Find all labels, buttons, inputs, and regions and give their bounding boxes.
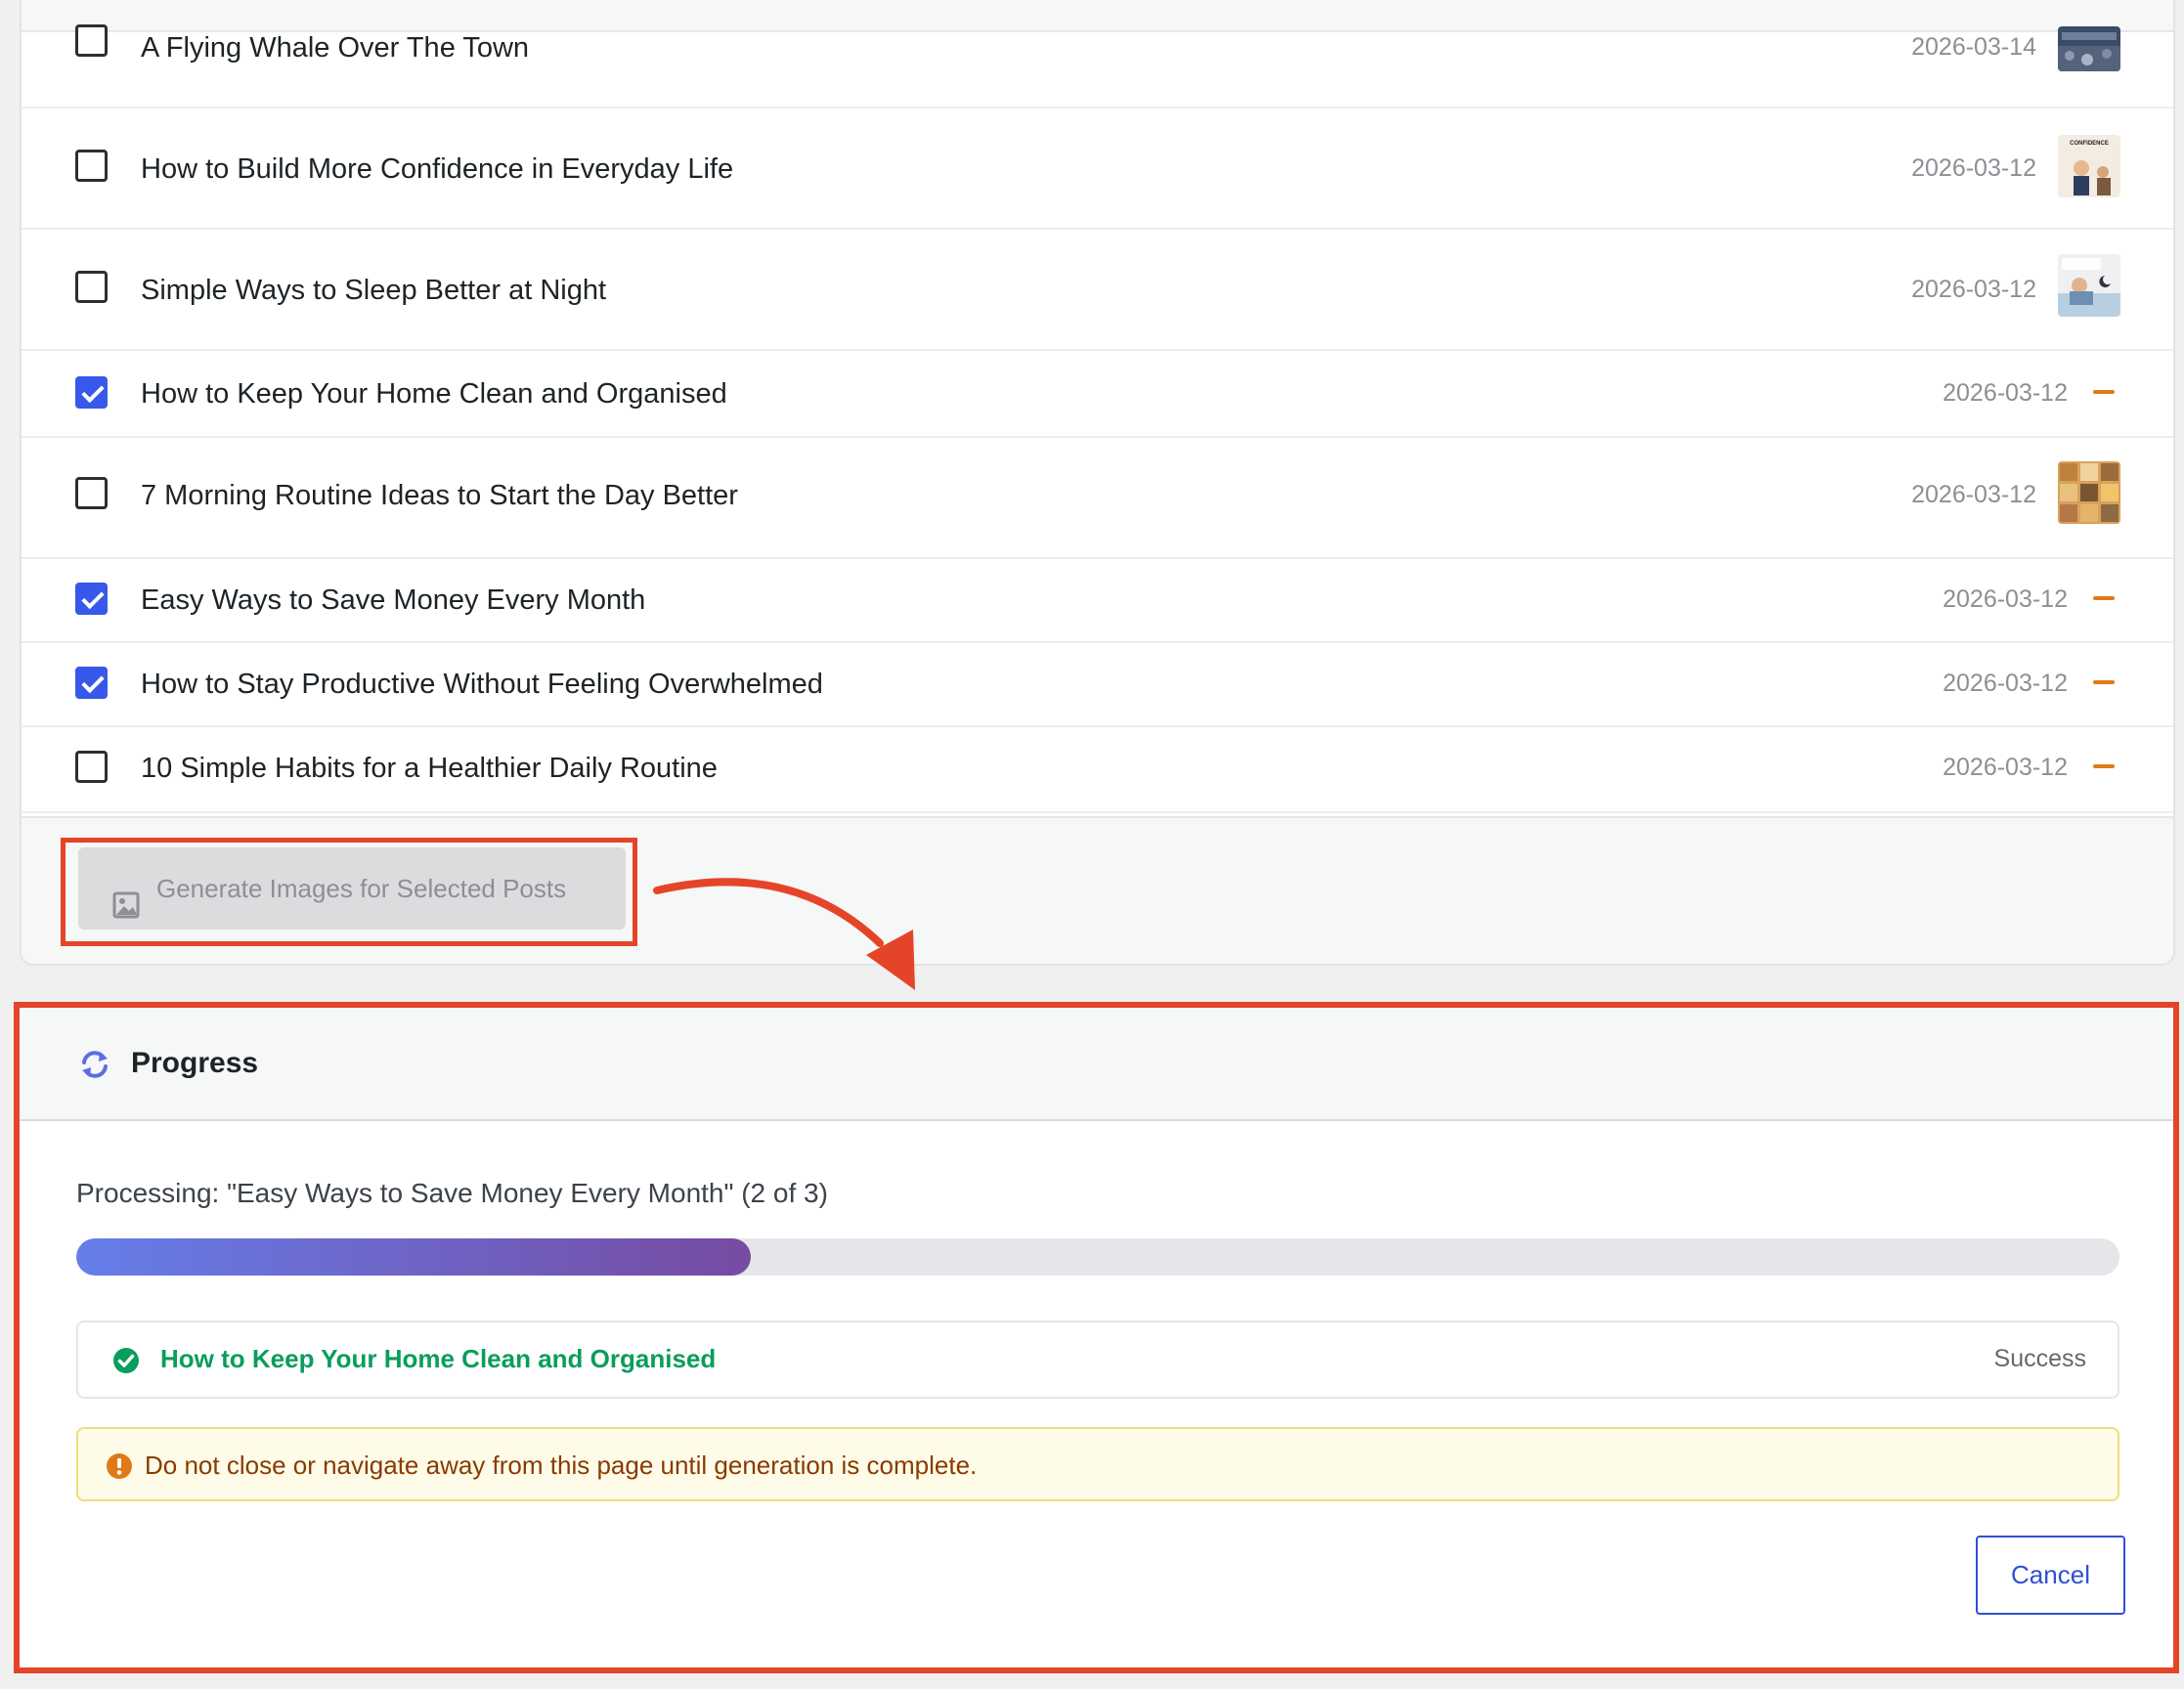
progress-panel: Progress Processing: "Easy Ways to Save … (14, 1002, 2179, 1673)
post-checkbox[interactable] (75, 751, 108, 783)
arrow-annotation (653, 878, 915, 990)
post-checkbox[interactable] (75, 477, 108, 509)
post-row: Simple Ways to Sleep Better at Night 202… (22, 230, 2173, 351)
result-post-title: How to Keep Your Home Clean and Organise… (160, 1344, 717, 1373)
post-date: 2026-03-12 (1943, 754, 2068, 781)
check-circle-icon (111, 1346, 141, 1380)
post-row: Easy Ways to Save Money Every Month 2026… (22, 559, 2173, 643)
post-row: 10 Simple Habits for a Healthier Daily R… (22, 727, 2173, 813)
post-row: 7 Morning Routine Ideas to Start the Day… (22, 438, 2173, 559)
post-thumbnail: CONFIDENCE (2058, 135, 2120, 197)
annotation-highlight-box (61, 838, 637, 946)
post-date: 2026-03-12 (1911, 481, 2036, 508)
svg-text:CONFIDENCE: CONFIDENCE (2070, 141, 2109, 147)
post-thumbnail (2058, 461, 2120, 524)
post-row: How to Keep Your Home Clean and Organise… (22, 351, 2173, 438)
post-checkbox[interactable] (75, 667, 108, 699)
post-thumbnail (2058, 254, 2120, 317)
processing-status-text: Processing: "Easy Ways to Save Money Eve… (76, 1178, 828, 1208)
post-title[interactable]: How to Build More Confidence in Everyday… (141, 153, 733, 186)
post-date: 2026-03-12 (1911, 154, 2036, 182)
post-title[interactable]: Easy Ways to Save Money Every Month (141, 585, 645, 617)
post-date: 2026-03-12 (1943, 670, 2068, 697)
warning-icon (106, 1452, 133, 1485)
post-title[interactable]: 7 Morning Routine Ideas to Start the Day… (141, 480, 738, 512)
post-date: 2026-03-14 (1911, 33, 2036, 61)
post-checkbox[interactable] (75, 271, 108, 303)
progress-heading: Progress (131, 1047, 259, 1079)
post-row: How to Build More Confidence in Everyday… (22, 108, 2173, 230)
post-thumbnail (2058, 26, 2120, 71)
posts-card: A Flying Whale Over The Town 2026-03-14 … (20, 0, 2175, 966)
post-row: A Flying Whale Over The Town 2026-03-14 (22, 24, 2173, 108)
post-checkbox[interactable] (75, 376, 108, 409)
minus-icon (2093, 596, 2115, 600)
progress-bar-fill (76, 1238, 751, 1276)
minus-icon (2093, 390, 2115, 394)
post-checkbox[interactable] (75, 24, 108, 57)
post-checkbox[interactable] (75, 583, 108, 615)
card-header-strip (22, 0, 2173, 32)
progress-bar (76, 1238, 2119, 1276)
post-checkbox[interactable] (75, 150, 108, 182)
cancel-button[interactable]: Cancel (1976, 1536, 2125, 1615)
warning-notice: Do not close or navigate away from this … (76, 1427, 2119, 1501)
warning-text: Do not close or navigate away from this … (145, 1451, 978, 1480)
post-title[interactable]: How to Stay Productive Without Feeling O… (141, 669, 823, 701)
post-date: 2026-03-12 (1943, 585, 2068, 613)
result-item: How to Keep Your Home Clean and Organise… (76, 1321, 2119, 1399)
minus-icon (2093, 680, 2115, 684)
post-title[interactable]: How to Keep Your Home Clean and Organise… (141, 378, 727, 411)
progress-header: Progress (20, 1008, 2173, 1121)
post-title[interactable]: A Flying Whale Over The Town (141, 32, 529, 65)
post-row: How to Stay Productive Without Feeling O… (22, 643, 2173, 727)
post-date: 2026-03-12 (1943, 379, 2068, 407)
post-title[interactable]: 10 Simple Habits for a Healthier Daily R… (141, 753, 718, 785)
post-title[interactable]: Simple Ways to Sleep Better at Night (141, 275, 606, 307)
post-date: 2026-03-12 (1911, 276, 2036, 303)
result-status: Success (1993, 1345, 2086, 1372)
sync-icon (78, 1048, 111, 1086)
minus-icon (2093, 764, 2115, 768)
